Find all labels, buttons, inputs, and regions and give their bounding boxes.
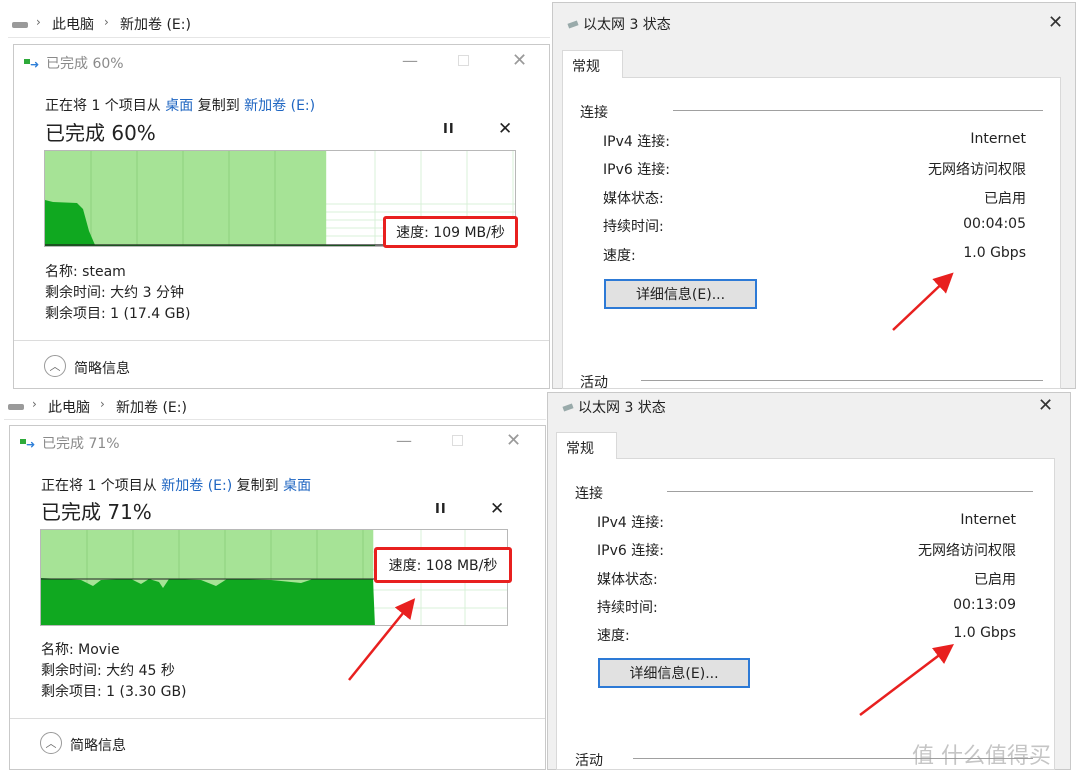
annotation-layer [348,272,954,716]
watermark-logo: 值 什么值得买 [912,744,1051,769]
arrow-annotation [892,272,954,331]
arrow-annotation [348,598,416,681]
arrow-annotation [859,643,954,716]
